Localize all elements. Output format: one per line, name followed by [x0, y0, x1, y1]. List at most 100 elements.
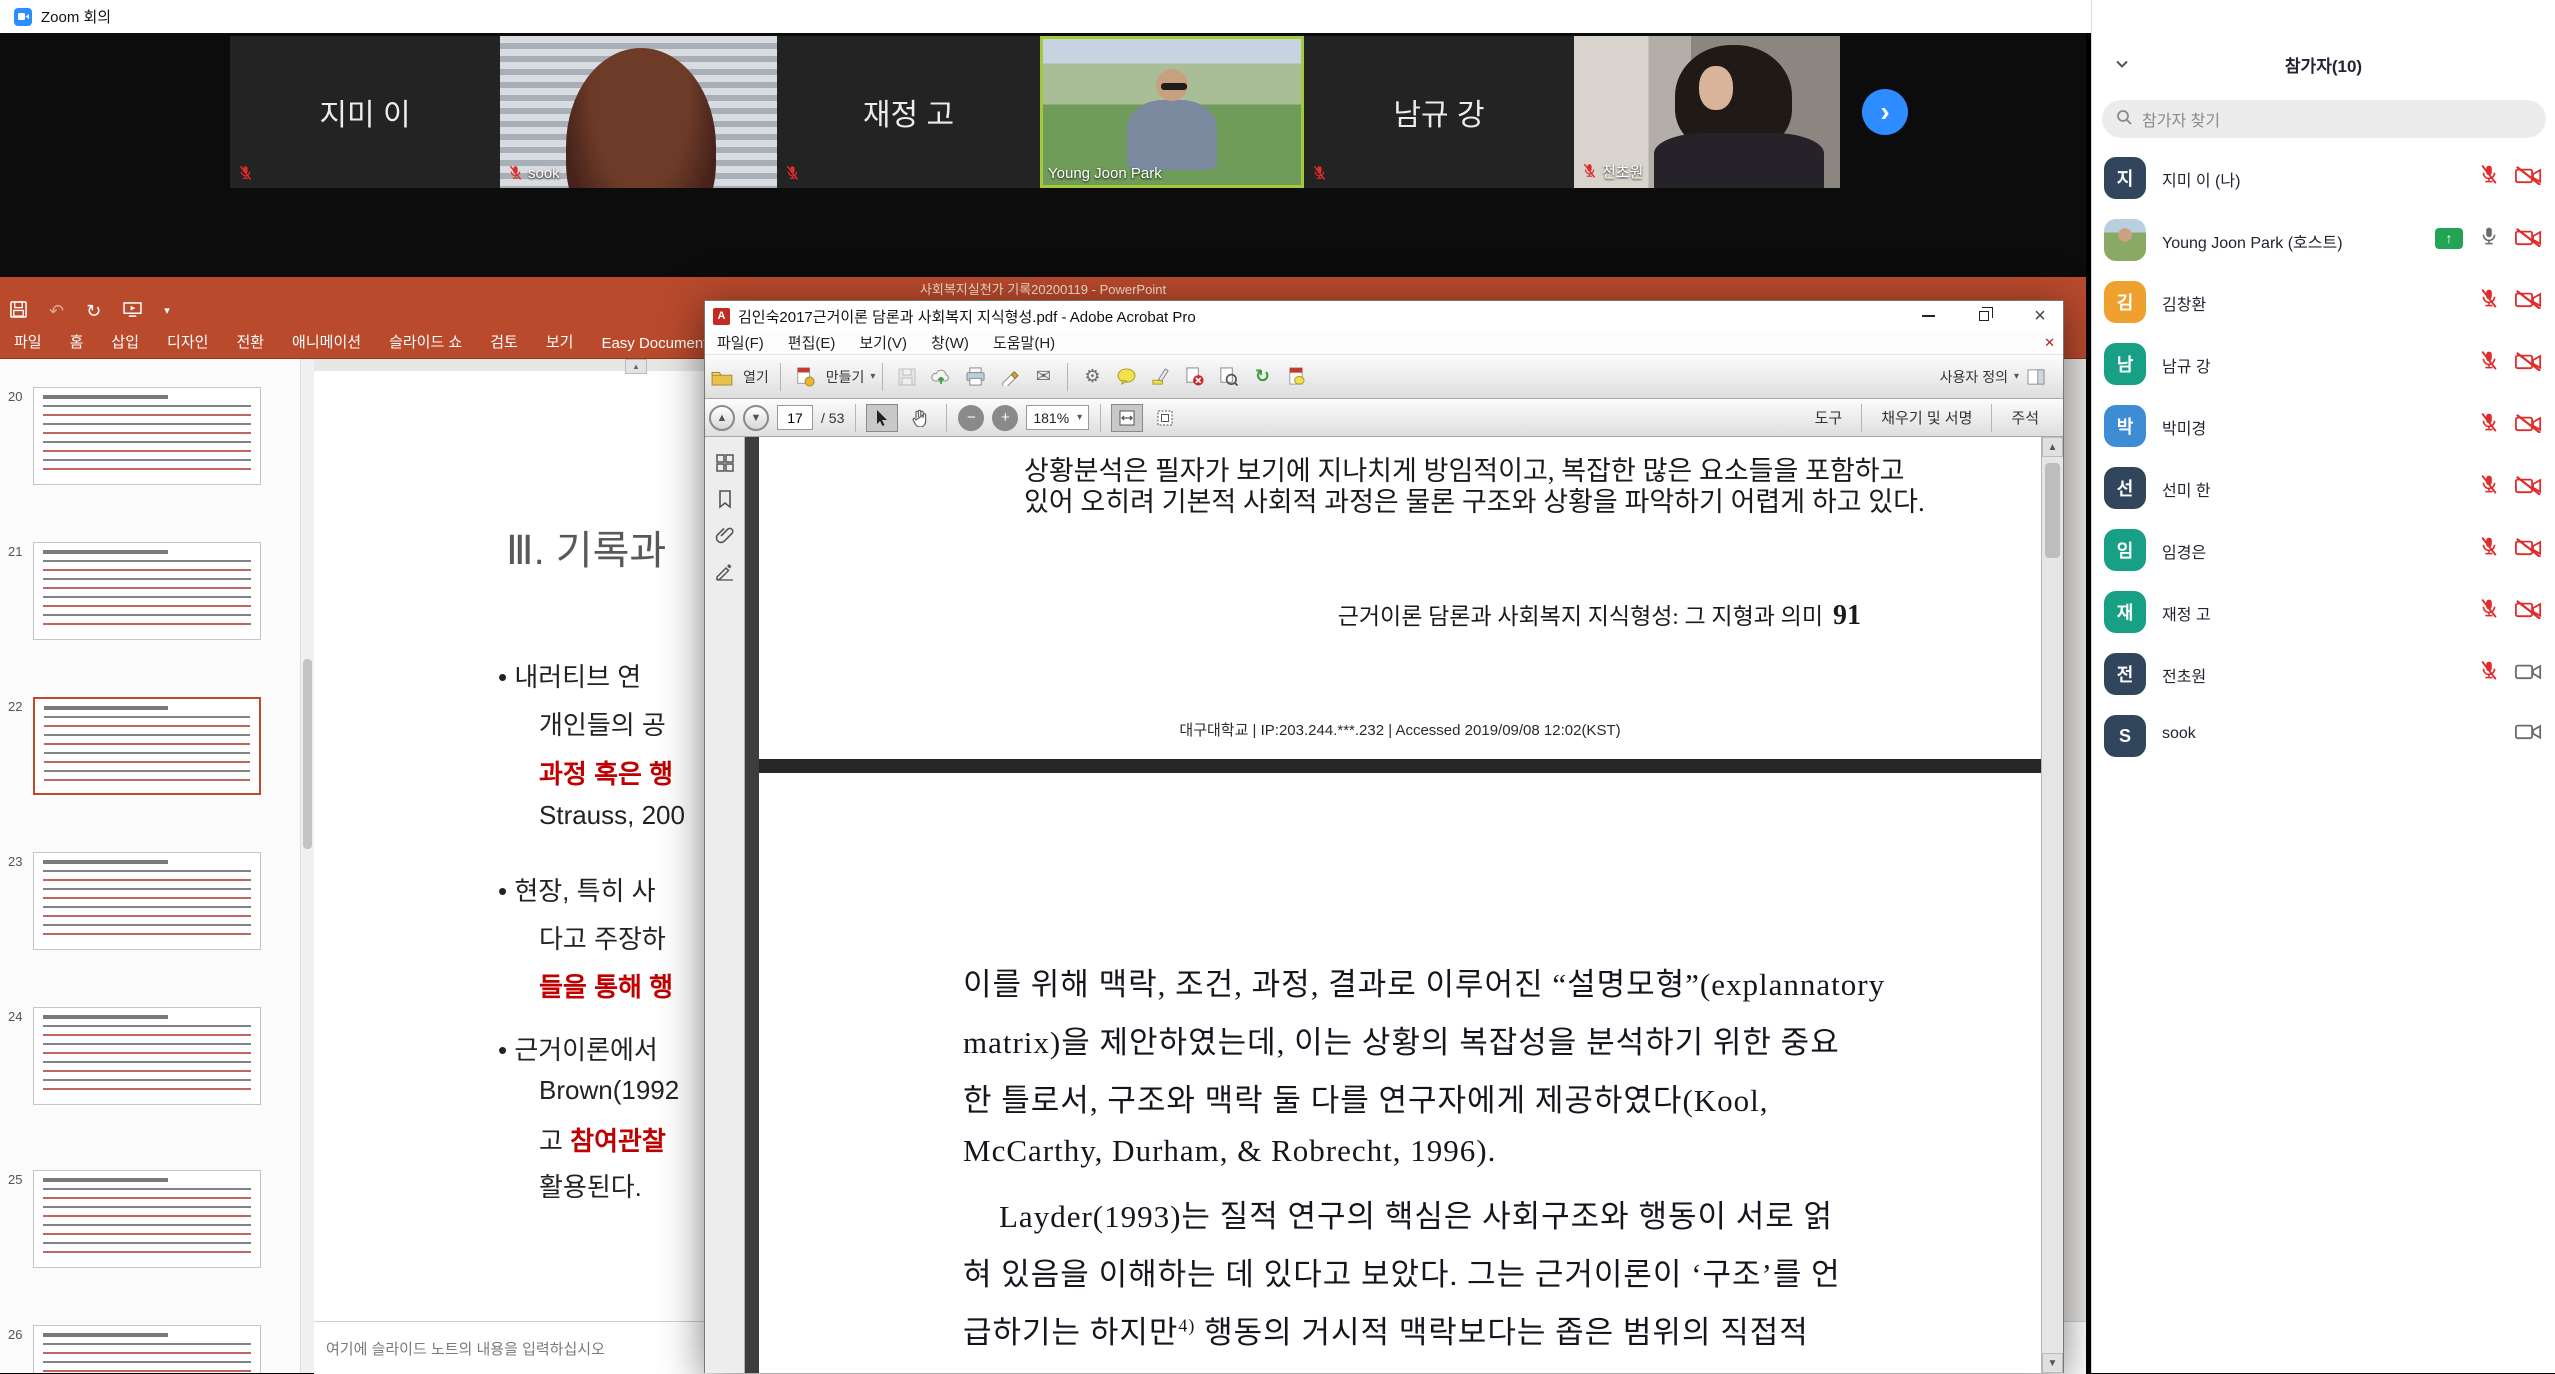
page-thumbnails-icon[interactable]	[715, 453, 735, 473]
open-button[interactable]: 열기	[743, 367, 769, 387]
redo-icon[interactable]: ↻	[86, 302, 101, 320]
slide-text-line: 개인들의 공	[539, 705, 666, 742]
upload-cloud-icon[interactable]	[929, 365, 953, 389]
undo-icon[interactable]: ↶	[49, 302, 64, 320]
zoom-level-select[interactable]: 181% ▾	[1026, 405, 1089, 430]
participant-row-2[interactable]: Young Joon Park (호스트) ↑	[2092, 212, 2555, 268]
scrollbar-thumb[interactable]	[2045, 463, 2060, 558]
thumbnail-scrollbar[interactable]	[300, 359, 314, 1373]
participant-row-7[interactable]: 임 임경은	[2092, 522, 2555, 578]
hand-tool[interactable]	[904, 404, 936, 432]
next-participants-button[interactable]: ›	[1862, 89, 1908, 135]
create-caret-icon[interactable]: ▾	[870, 371, 875, 382]
open-folder-icon[interactable]	[710, 365, 734, 389]
send-refresh-icon[interactable]: ↻	[1250, 365, 1274, 389]
ribbon-tab-3[interactable]: 삽입	[97, 325, 153, 358]
acrobat-minimize-button[interactable]	[1913, 304, 1943, 328]
acrobat-close-button[interactable]: ×	[2025, 304, 2055, 328]
participant-name-label: 재정 고	[863, 90, 954, 134]
video-tile-5[interactable]: 남규 강	[1304, 36, 1574, 188]
participant-row-4[interactable]: 남 남규 강	[2092, 336, 2555, 392]
gear-icon[interactable]: ⚙	[1080, 365, 1104, 389]
participant-row-10[interactable]: S sook	[2092, 708, 2555, 764]
fit-page-icon[interactable]	[1149, 404, 1181, 432]
pdf-text-line: Layder(1993)는 질적 연구의 핵심은 사회구조와 행동이 서로 얽	[999, 1191, 1833, 1236]
ribbon-tab-2[interactable]: 홈	[56, 325, 98, 358]
acrobat-restore-button[interactable]	[1969, 304, 1999, 328]
panel-tab-3[interactable]: 주석	[1999, 407, 2051, 428]
participant-row-8[interactable]: 재 재정 고	[2092, 584, 2555, 640]
panel-icon[interactable]	[2024, 365, 2048, 389]
ribbon-tab-6[interactable]: 애니메이션	[278, 325, 375, 358]
highlight-pen-icon[interactable]	[1148, 365, 1172, 389]
select-tool[interactable]	[866, 404, 898, 432]
scroll-up-icon[interactable]: ▲	[625, 359, 647, 374]
email-icon[interactable]: ✉	[1031, 365, 1055, 389]
fit-width-icon[interactable]	[1111, 404, 1143, 432]
start-slideshow-icon[interactable]	[123, 302, 142, 320]
participant-row-6[interactable]: 선 선미 한	[2092, 460, 2555, 516]
slide-thumbnail-21[interactable]: 21	[0, 542, 300, 642]
zoom-in-icon[interactable]: +	[992, 405, 1018, 431]
previous-page-icon[interactable]: ▲	[709, 405, 735, 431]
next-page-icon[interactable]: ▼	[743, 405, 769, 431]
signatures-icon[interactable]	[715, 561, 735, 581]
bookmarks-icon[interactable]	[715, 489, 735, 509]
camera-off-icon	[2515, 228, 2542, 249]
menu-item-1[interactable]: 파일(F)	[705, 332, 776, 353]
participant-row-3[interactable]: 김 김창환	[2092, 274, 2555, 330]
participant-row-1[interactable]: 지 지미 이 (나)	[2092, 150, 2555, 206]
create-button[interactable]: 만들기	[826, 367, 865, 387]
pdf-text-line: matrix)을 제안하였는데, 이는 상황의 복잡성을 분석하기 위한 중요	[963, 1017, 1840, 1062]
create-pdf-icon[interactable]	[793, 365, 817, 389]
menu-item-4[interactable]: 창(W)	[919, 332, 981, 353]
scroll-up-arrow-icon[interactable]: ▲	[2042, 437, 2063, 457]
ribbon-tab-7[interactable]: 슬라이드 쇼	[375, 325, 476, 358]
delete-page-icon[interactable]	[1182, 365, 1206, 389]
participant-search[interactable]: 참가자 찾기	[2102, 100, 2546, 138]
ribbon-tab-10[interactable]: Easy Document	[587, 329, 721, 358]
ribbon-tab-1[interactable]: 파일	[0, 325, 56, 358]
slide-thumbnail-26[interactable]: 26	[0, 1325, 300, 1373]
save-file-icon[interactable]	[895, 365, 919, 389]
customize-qat-icon[interactable]: ▾	[164, 306, 170, 317]
sign-pen-icon[interactable]	[997, 365, 1021, 389]
zoom-out-icon[interactable]: −	[958, 405, 984, 431]
panel-tab-2[interactable]: 채우기 및 서명	[1869, 407, 1984, 428]
video-tile-3[interactable]: 재정 고	[777, 36, 1040, 188]
menu-item-3[interactable]: 보기(V)	[847, 332, 919, 353]
customize-button[interactable]: 사용자 정의	[1940, 367, 2008, 387]
ribbon-tab-8[interactable]: 검토	[476, 325, 532, 358]
ribbon-tab-4[interactable]: 디자인	[153, 325, 222, 358]
ribbon-tab-9[interactable]: 보기	[532, 325, 588, 358]
document-scrollbar[interactable]: ▲ ▼	[2041, 437, 2063, 1373]
search-document-icon[interactable]	[1216, 365, 1240, 389]
page-number-input[interactable]	[777, 405, 813, 430]
menu-item-5[interactable]: 도움말(H)	[981, 332, 1067, 353]
participant-row-5[interactable]: 박 박미경	[2092, 398, 2555, 454]
video-tile-4[interactable]: Young Joon Park	[1040, 36, 1304, 188]
scroll-down-arrow-icon[interactable]: ▼	[2042, 1353, 2063, 1373]
comment-bubble-icon[interactable]	[1114, 365, 1138, 389]
slide-thumbnail-23[interactable]: 23	[0, 852, 300, 952]
video-tile-1[interactable]: 지미 이	[230, 36, 500, 188]
menu-item-2[interactable]: 편집(E)	[776, 332, 848, 353]
participant-name-label: Young Joon Park	[1048, 165, 1162, 182]
video-tile-2[interactable]: sook	[500, 36, 777, 188]
participant-row-9[interactable]: 전 전초원	[2092, 646, 2555, 702]
slide-thumbnail-22[interactable]: 22	[0, 697, 300, 797]
print-icon[interactable]	[963, 365, 987, 389]
slide-thumbnail-24[interactable]: 24	[0, 1007, 300, 1107]
video-tile-6[interactable]: 전초원	[1574, 36, 1840, 188]
close-document-icon[interactable]: ✕	[2044, 335, 2055, 351]
panel-tab-1[interactable]: 도구	[1803, 407, 1855, 428]
muted-mic-icon	[2479, 660, 2499, 684]
customize-caret-icon[interactable]: ▾	[2014, 371, 2019, 382]
ribbon-tab-5[interactable]: 전환	[222, 325, 278, 358]
save-icon[interactable]	[10, 301, 27, 321]
slide-thumbnail-25[interactable]: 25	[0, 1170, 300, 1270]
slide-thumbnail-20[interactable]: 20	[0, 387, 300, 487]
attachments-icon[interactable]	[715, 525, 735, 545]
pdf-comment-icon[interactable]	[1284, 365, 1308, 389]
video-strip: 지미 이 sook 재정 고 Young Joon Park 남규 강 전초원	[0, 33, 2086, 277]
